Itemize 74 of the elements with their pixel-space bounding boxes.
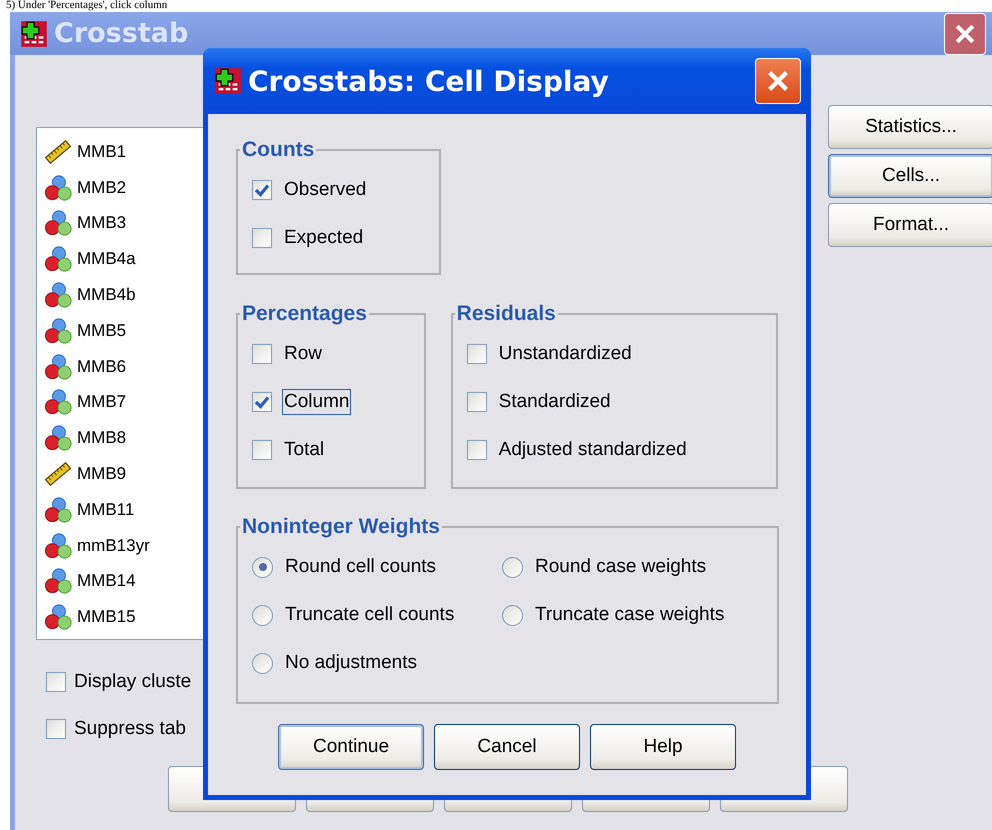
variable-name[interactable]: MMB15: [77, 607, 136, 628]
three-balls-icon: [43, 496, 73, 524]
option-label: Standardized: [498, 390, 612, 414]
radio-button[interactable]: [502, 556, 523, 578]
radio-button[interactable]: [252, 604, 273, 626]
variable-name[interactable]: MMB14: [77, 571, 136, 592]
three-balls-icon: [43, 352, 73, 381]
three-balls-icon: [43, 209, 73, 238]
variable-name[interactable]: MMB4b: [77, 285, 136, 306]
dialog-title: Crosstabs: Cell Display: [248, 64, 609, 98]
variable-name[interactable]: MMB4a: [77, 249, 136, 270]
three-balls-icon: [43, 603, 73, 632]
three-balls-icon: [43, 316, 73, 345]
checkbox[interactable]: [252, 344, 272, 364]
dialog-button[interactable]: Cancel: [434, 724, 580, 770]
option-label: Round cell counts: [284, 555, 438, 579]
option-label: Row: [283, 342, 324, 366]
checkbox[interactable]: [466, 392, 487, 412]
three-balls-icon: [43, 388, 73, 416]
app-icon: [20, 20, 48, 48]
group-title: Residuals: [456, 302, 557, 326]
checkbox[interactable]: [252, 392, 272, 412]
close-button[interactable]: [944, 12, 986, 54]
dialog-button[interactable]: Help: [590, 724, 736, 770]
side-button[interactable]: Statistics...: [828, 105, 992, 149]
checkbox[interactable]: [252, 228, 272, 248]
checkbox[interactable]: [466, 440, 487, 460]
three-balls-icon: [43, 245, 73, 274]
option-label: No adjustments: [284, 651, 418, 675]
variable-name[interactable]: MMB11: [77, 500, 134, 520]
variable-name[interactable]: MMB2: [77, 178, 126, 198]
checkbox[interactable]: [46, 672, 66, 692]
variable-name[interactable]: MMB6: [77, 356, 126, 377]
group-title: Noninteger Weights: [241, 515, 441, 539]
option-label: Adjusted standardized: [498, 438, 688, 462]
three-balls-icon: [43, 281, 73, 310]
radio-button[interactable]: [502, 604, 523, 626]
group-title: Counts: [241, 138, 316, 162]
option-label: Unstandardized: [498, 342, 633, 366]
three-balls-icon: [43, 424, 73, 452]
checkbox[interactable]: [466, 344, 487, 364]
three-balls-icon: [43, 567, 73, 596]
option-label: Round case weights: [534, 555, 708, 579]
variable-name[interactable]: MMB9: [77, 464, 126, 484]
variable-name[interactable]: mmB13yr: [77, 536, 150, 556]
option-label: Truncate cell counts: [284, 603, 456, 627]
three-balls-icon: [43, 532, 73, 560]
option-label: Observed: [283, 178, 368, 202]
option-label: Total: [283, 438, 326, 462]
variable-name[interactable]: MMB7: [77, 392, 126, 412]
checkbox[interactable]: [46, 719, 66, 739]
variable-list[interactable]: MMB1 MMB2 MMB3 MMB4a MMB4b MMB5 MMB6 MMB7 MMB8 MMB9 MMB11 mmB13yr MMB14 MMB15: [36, 127, 206, 640]
three-balls-icon: [43, 174, 73, 202]
option-label: Column: [282, 389, 352, 415]
variable-name[interactable]: MMB8: [77, 428, 126, 448]
option-label: Suppress tab: [74, 718, 186, 740]
option-label: Display cluste: [74, 671, 192, 693]
close-button[interactable]: [755, 58, 801, 104]
variable-name[interactable]: MMB1: [77, 142, 126, 162]
checkbox[interactable]: [252, 180, 272, 200]
app-icon: [214, 67, 242, 95]
checkbox[interactable]: [252, 440, 272, 460]
side-button[interactable]: Cells...: [828, 154, 992, 198]
option-label: Truncate case weights: [534, 603, 726, 627]
window-title: Crosstab: [54, 18, 188, 49]
variable-name[interactable]: MMB3: [77, 213, 126, 234]
radio-button[interactable]: [252, 652, 273, 674]
variable-name[interactable]: MMB5: [77, 320, 126, 341]
option-label: Expected: [283, 226, 364, 250]
dialog-button[interactable]: Continue: [278, 724, 424, 770]
caption-text: 5) Under 'Percentages', click column: [5, 0, 168, 11]
group-title: Percentages: [241, 302, 368, 326]
side-button[interactable]: Format...: [828, 203, 992, 247]
radio-button[interactable]: [252, 556, 273, 578]
